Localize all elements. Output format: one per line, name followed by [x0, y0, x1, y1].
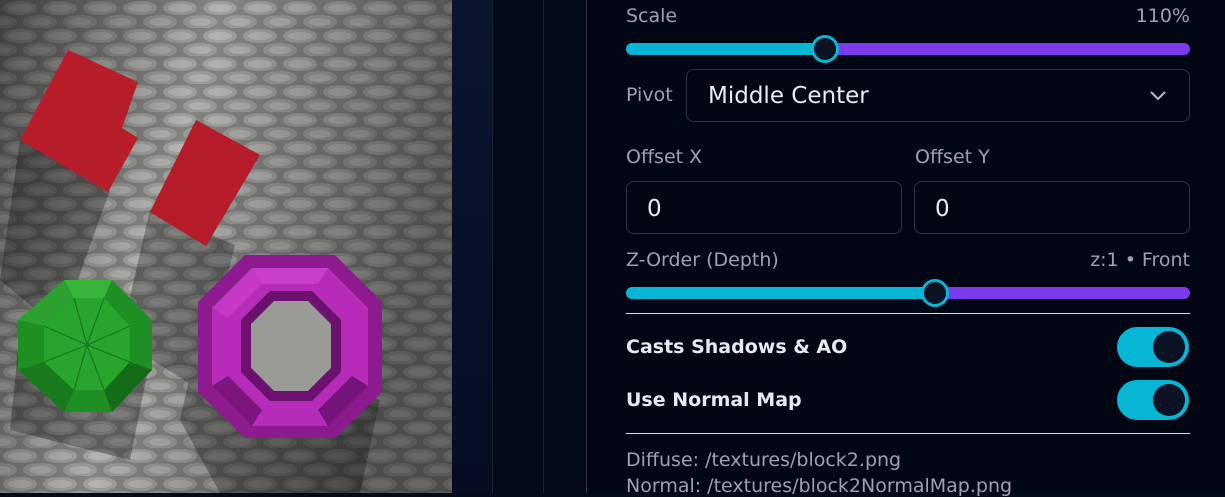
z-order-label: Z-Order (Depth) [626, 249, 779, 271]
diffuse-path: Diffuse: /textures/block2.png [626, 449, 902, 471]
scale-label: Scale [626, 5, 678, 27]
pivot-select[interactable]: Middle Center [686, 69, 1190, 122]
separator [626, 433, 1190, 434]
z-order-value: z:1 • Front [1090, 249, 1190, 271]
casts-shadows-label: Casts Shadows & AO [626, 336, 848, 358]
toggle-knob [1153, 331, 1185, 363]
separator [626, 313, 1190, 314]
z-order-slider-track[interactable] [626, 287, 1190, 299]
scale-slider-track[interactable] [626, 43, 1190, 55]
pivot-selected-value: Middle Center [708, 83, 869, 109]
chevron-down-icon [1150, 91, 1166, 101]
z-order-slider-thumb[interactable] [921, 279, 950, 307]
normal-path: Normal: /textures/block2NormalMap.png [626, 475, 1013, 497]
offset-x-label: Offset X [626, 146, 703, 168]
scene-canvas[interactable] [0, 0, 452, 493]
divider [543, 0, 544, 493]
scene-viewport[interactable] [0, 0, 452, 493]
divider [492, 0, 493, 493]
viewport-gutter [452, 0, 492, 493]
offset-y-value: 0 [935, 196, 950, 222]
offset-x-value: 0 [647, 196, 662, 222]
magenta-ring [198, 255, 382, 438]
offset-y-label: Offset Y [915, 146, 990, 168]
toggle-knob [1153, 384, 1185, 416]
offset-y-input[interactable]: 0 [914, 181, 1190, 234]
normal-map-toggle[interactable] [1117, 380, 1189, 420]
scale-value: 110% [1135, 5, 1190, 27]
offset-x-input[interactable]: 0 [626, 181, 902, 234]
properties-panel: Scale 110% Pivot Middle Center Offset X … [586, 0, 1225, 497]
normal-map-label: Use Normal Map [626, 389, 802, 411]
pivot-label: Pivot [626, 84, 673, 106]
casts-shadows-toggle[interactable] [1117, 327, 1189, 367]
z-order-slider-fill [626, 287, 936, 299]
scale-slider-fill [626, 43, 826, 55]
scale-slider-thumb[interactable] [811, 35, 840, 63]
